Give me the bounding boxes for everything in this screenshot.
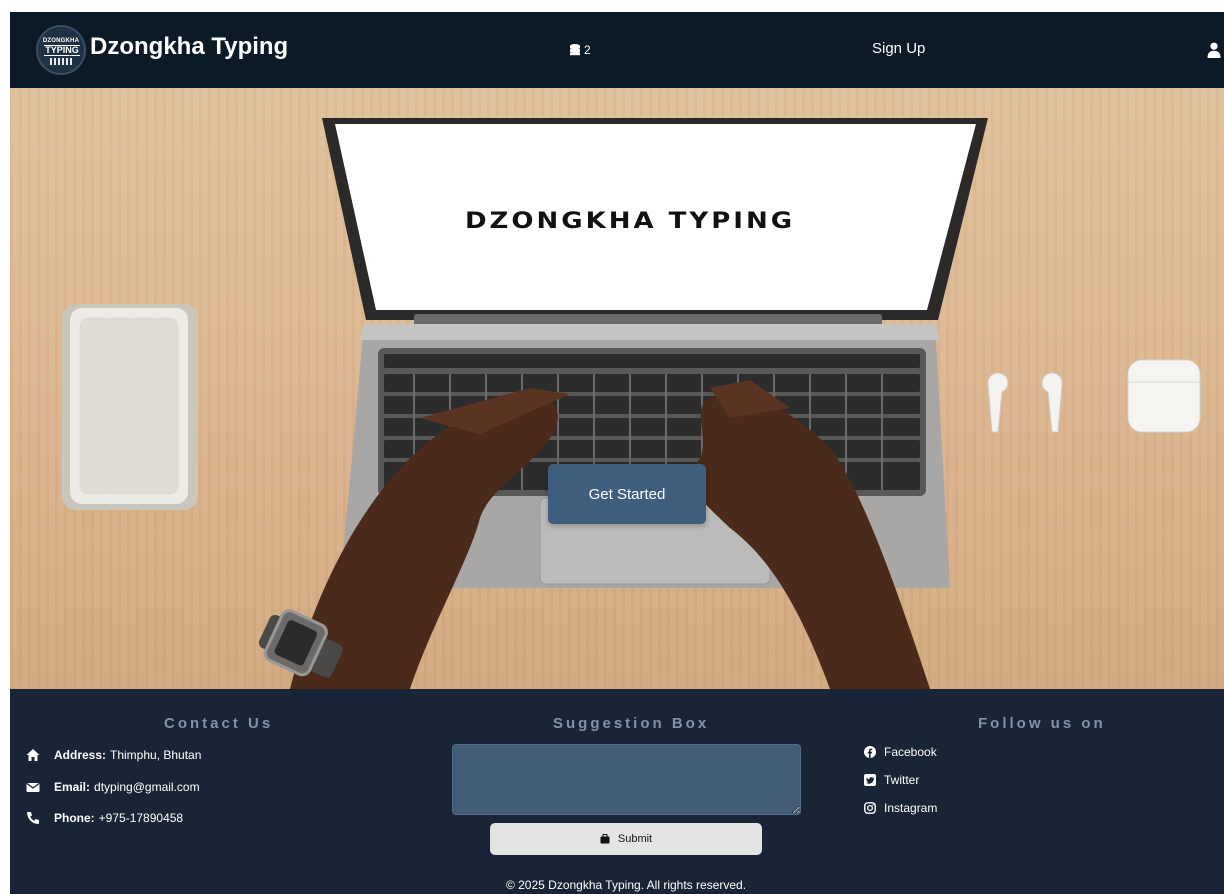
top-navbar: DZONGKHA TYPING Dzongkha Typing 2 Sign U… [10,12,1224,88]
get-started-button[interactable]: Get Started [548,464,706,524]
screen-text: DZONGKHA TYPING [464,208,796,234]
user-icon[interactable] [1207,42,1221,58]
briefcase-icon [600,834,610,844]
address-label: Address: [54,748,107,762]
phone-icon [27,812,39,824]
follow-heading: Follow us on [978,715,1106,732]
logo-text-bottom: TYPING [44,45,80,56]
twitter-icon [864,774,876,786]
instagram-label: Instagram [884,801,938,815]
submit-label: Submit [617,833,653,845]
contact-address: Address: Thimphu, Bhutan [26,748,201,762]
phone-value[interactable]: +975-17890458 [99,811,183,825]
facebook-label: Facebook [884,745,937,759]
facebook-icon [864,746,876,758]
coin-count: 2 [584,43,591,57]
contact-phone: Phone: +975-17890458 [26,811,183,825]
instagram-link[interactable]: Instagram [864,801,937,815]
coin-counter: 2 [568,41,591,59]
twitter-link[interactable]: Twitter [864,773,919,787]
facebook-link[interactable]: Facebook [864,745,937,759]
coins-icon [570,44,580,56]
logo[interactable]: DZONGKHA TYPING [36,25,86,75]
phone-label: Phone: [54,811,95,825]
earbuds [987,359,1201,433]
logo-text-top: DZONGKHA [42,38,80,44]
hero-banner: DZONGKHA TYPING Get Started [10,88,1224,689]
footer: Contact Us Address: Thimphu, Bhutan Emai… [10,689,1224,894]
contact-heading: Contact Us [164,715,274,732]
keyboard-icon [50,58,74,65]
envelope-icon [26,782,40,792]
email-label: Email: [54,780,91,794]
contact-email: Email: dtyping@gmail.com [26,780,200,794]
brand-title[interactable]: Dzongkha Typing [90,33,288,61]
hero-image [62,118,1201,689]
twitter-label: Twitter [884,773,920,787]
instagram-icon [864,802,876,814]
address-value: Thimphu, Bhutan [110,748,202,762]
suggestion-heading: Suggestion Box [553,715,710,732]
signup-link[interactable]: Sign Up [872,40,925,57]
copyright: © 2025 Dzongkha Typing. All rights reser… [505,878,747,892]
home-icon [26,749,40,761]
email-value[interactable]: dtyping@gmail.com [94,780,200,794]
speaker [62,304,198,510]
submit-button[interactable]: Submit [490,823,762,855]
suggestion-textarea[interactable] [452,744,801,815]
